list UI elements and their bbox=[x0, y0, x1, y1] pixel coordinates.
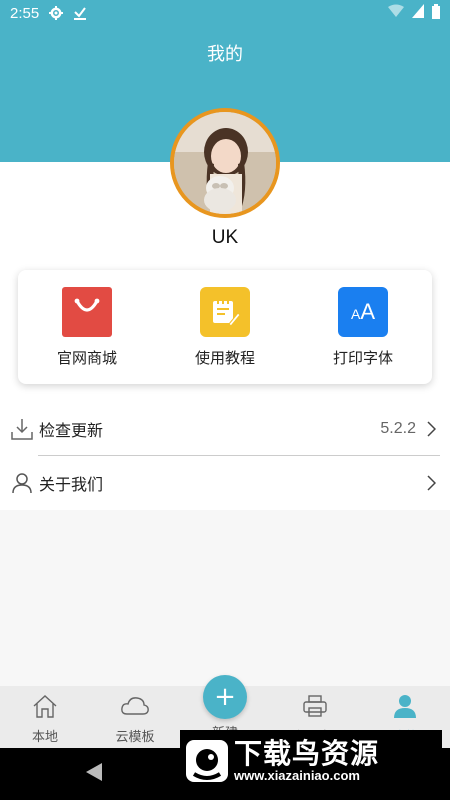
font-size-icon: AA bbox=[338, 287, 388, 337]
menu-list: 检查更新 5.2.2 关于我们 bbox=[0, 402, 450, 510]
page-title: 我的 bbox=[207, 44, 243, 65]
shortcut-tutorial[interactable]: 使用教程 bbox=[156, 270, 294, 384]
avatar[interactable] bbox=[170, 108, 280, 218]
user-icon bbox=[10, 471, 34, 495]
shortcut-label: 官网商城 bbox=[56, 349, 117, 367]
shortcut-card: 官网商城 使用教程 AA 打印字体 bbox=[18, 270, 432, 384]
watermark-logo bbox=[184, 738, 230, 784]
shortcut-print-fonts[interactable]: AA 打印字体 bbox=[294, 270, 432, 384]
wifi-icon bbox=[388, 4, 404, 22]
shortcut-label: 使用教程 bbox=[194, 349, 255, 367]
username: UK bbox=[211, 227, 239, 248]
chevron-right-icon bbox=[426, 474, 440, 492]
printer-icon bbox=[302, 694, 328, 722]
menu-label: 检查更新 bbox=[39, 421, 104, 440]
new-button[interactable]: + bbox=[203, 675, 247, 719]
nav-label: 本地 bbox=[31, 730, 58, 745]
chevron-right-icon bbox=[426, 420, 440, 438]
menu-check-update[interactable]: 检查更新 5.2.2 bbox=[0, 402, 450, 456]
download-done-icon bbox=[73, 6, 87, 20]
watermark-url: www.xiazainiao.com bbox=[234, 768, 360, 784]
menu-about-us[interactable]: 关于我们 bbox=[0, 456, 450, 510]
back-icon[interactable] bbox=[86, 762, 104, 786]
nav-local[interactable]: 本地 bbox=[0, 686, 90, 748]
battery-icon bbox=[432, 3, 440, 23]
empty-area bbox=[0, 510, 450, 686]
menu-label: 关于我们 bbox=[39, 475, 104, 494]
download-icon bbox=[10, 417, 34, 441]
shortcut-label: 打印字体 bbox=[332, 349, 393, 367]
watermark: 下载鸟资源 www.xiazainiao.com bbox=[180, 730, 442, 792]
watermark-title: 下载鸟资源 bbox=[234, 736, 380, 770]
nav-label: 云模板 bbox=[115, 730, 155, 745]
version-value: 5.2.2 bbox=[380, 420, 416, 437]
settings-icon bbox=[49, 6, 64, 20]
person-icon bbox=[393, 694, 417, 722]
status-bar: 2:55 bbox=[0, 0, 450, 26]
shopping-bag-icon bbox=[62, 287, 112, 337]
plus-icon: + bbox=[214, 682, 236, 712]
nav-cloud-templates[interactable]: 云模板 bbox=[90, 686, 180, 748]
cloud-icon bbox=[120, 694, 150, 722]
signal-icon bbox=[412, 4, 424, 22]
shortcut-official-store[interactable]: 官网商城 bbox=[18, 270, 156, 384]
status-time: 2:55 bbox=[10, 4, 40, 22]
home-icon bbox=[32, 694, 58, 722]
notepad-icon bbox=[200, 287, 250, 337]
